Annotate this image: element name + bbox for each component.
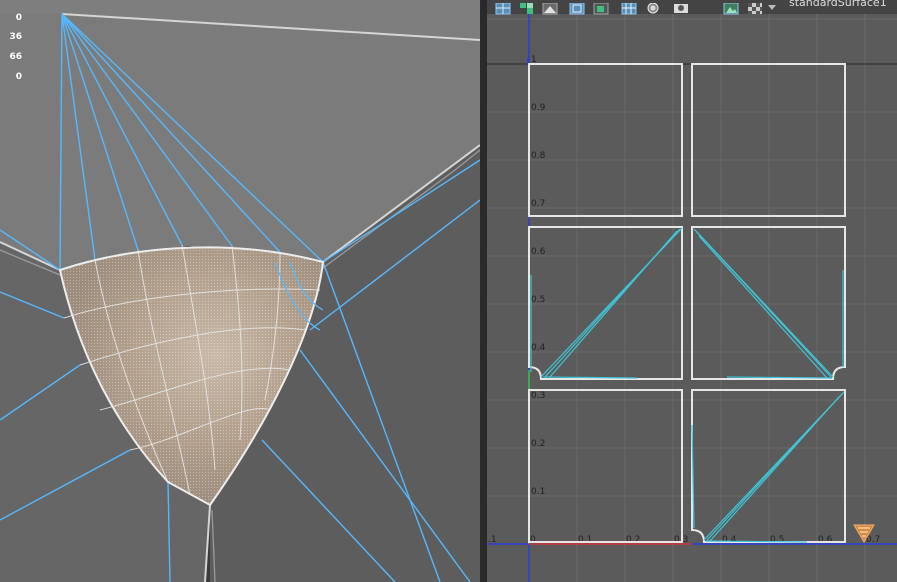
v-label: 0.4 [531, 343, 546, 353]
u-label: .1 [488, 535, 497, 545]
uv-snapshot-icon[interactable] [673, 0, 689, 13]
uv-grid-display-icon[interactable] [621, 0, 637, 15]
uv-shaded-icon[interactable] [519, 0, 535, 14]
perspective-viewport[interactable]: 0 36 66 0 [0, 0, 480, 582]
uv-isolate-icon[interactable] [593, 0, 609, 15]
uv-canvas[interactable]: 1 0.9 0.8 0.7 0.6 0.5 0.4 0.3 0.2 0.1 .1… [487, 0, 897, 582]
hud-value-2: 66 [9, 52, 22, 62]
v-label: 0.2 [531, 439, 545, 449]
uv-editor-panel[interactable]: 1 0.9 0.8 0.7 0.6 0.5 0.4 0.3 0.2 0.1 .1… [487, 0, 897, 582]
v-label: 0.5 [531, 295, 545, 305]
v-label: 0.7 [531, 199, 545, 209]
hud-value-0: 0 [16, 13, 22, 23]
u-label: 0.1 [578, 535, 592, 545]
v-label: 0.6 [531, 247, 546, 257]
u-label: 0.5 [770, 535, 784, 545]
v-label: 0.1 [531, 487, 545, 497]
u-label: 0 [530, 535, 536, 545]
u-label: 0.6 [818, 535, 833, 545]
uv-toolbar: standardSurface1 [487, 0, 897, 15]
panel-splitter[interactable] [480, 0, 487, 582]
uv-texture-icon[interactable] [542, 0, 558, 15]
uv-frame-icon[interactable] [569, 0, 585, 15]
v-label: 0.3 [531, 391, 545, 401]
uv-grid-icon[interactable] [495, 0, 511, 15]
uv-image-icon[interactable] [723, 0, 739, 15]
uv-checker-icon[interactable] [747, 0, 763, 14]
viewport-canvas[interactable]: 0 36 66 0 [0, 0, 480, 582]
u-label: 0.4 [722, 535, 737, 545]
v-label: 0.8 [531, 151, 546, 161]
dropdown-arrow-icon[interactable] [767, 0, 777, 12]
material-label[interactable]: standardSurface1 [789, 0, 887, 9]
hud-value-1: 36 [9, 32, 22, 42]
v-label: 0.9 [531, 103, 546, 113]
maya-screen: 0 36 66 0 1 0.9 0.8 0.7 0.6 0.5 0.4 0.3 … [0, 0, 897, 582]
u-label: 0.7 [866, 535, 880, 545]
hud-value-3: 0 [16, 72, 22, 82]
uv-filter-icon[interactable] [645, 0, 661, 14]
u-label: 0.2 [626, 535, 640, 545]
